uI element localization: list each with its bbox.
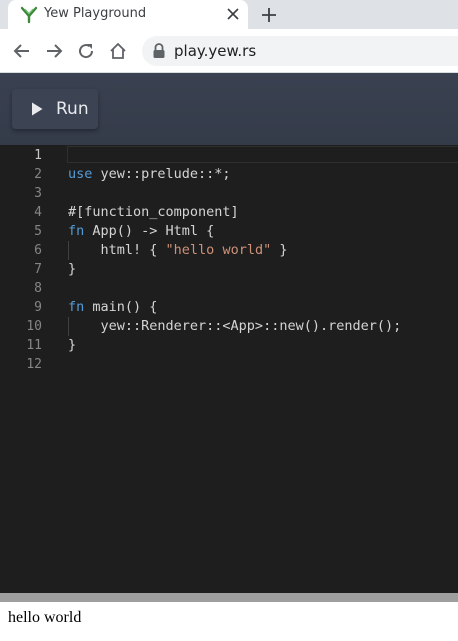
code-line: } (68, 260, 76, 279)
browser-toolbar: play.yew.rs (0, 29, 458, 73)
code-line: } (68, 336, 76, 355)
code-line: fn App() -> Html { (68, 222, 214, 241)
line-number-gutter: 1 2 3 4 5 6 7 8 9 10 11 12 (0, 145, 60, 593)
code-line: yew::Renderer::<App>::new().render(); (68, 317, 402, 336)
code-text: App() -> Html { (84, 223, 215, 239)
code-editor[interactable]: 1 2 3 4 5 6 7 8 9 10 11 12 use yew::prelude::*; #[fu… (0, 145, 458, 593)
code-text: } (68, 337, 77, 353)
code-line: html! { "hello world" } (68, 241, 288, 260)
browser-tab[interactable]: Yew Playground (8, 0, 248, 29)
url-text: play.yew.rs (174, 42, 257, 60)
tab-title: Yew Playground (44, 6, 147, 21)
yew-logo-icon (20, 6, 38, 24)
indent-guide (68, 317, 69, 336)
line-number: 10 (26, 319, 42, 334)
line-number: 3 (34, 186, 42, 201)
line-number: 7 (34, 262, 42, 277)
run-button[interactable]: Run (12, 89, 98, 129)
play-icon (31, 102, 43, 116)
line-number: 5 (34, 224, 42, 239)
browser-tab-strip: Yew Playground (0, 0, 458, 29)
run-label: Run (56, 99, 89, 119)
code-text: #[function_component] (68, 204, 239, 220)
line-number: 9 (34, 300, 42, 315)
lock-icon (152, 43, 166, 59)
current-line-highlight (67, 146, 458, 163)
line-number: 12 (26, 357, 42, 372)
code-keyword: use (68, 166, 93, 182)
code-keyword: fn (68, 223, 85, 239)
code-text: } (68, 261, 77, 277)
line-number: 1 (34, 148, 42, 163)
app-header: Run (0, 73, 458, 145)
code-text: yew::Renderer::<App>::new().render(); (68, 318, 402, 334)
output-panel: hello world (0, 602, 458, 641)
output-text: hello world (8, 609, 82, 626)
horizontal-scrollbar[interactable] (0, 593, 458, 602)
forward-arrow-icon[interactable] (42, 39, 66, 63)
code-line: fn main() { (68, 298, 157, 317)
code-text: main() { (84, 299, 158, 315)
home-icon[interactable] (106, 39, 130, 63)
line-number: 11 (26, 338, 42, 353)
code-text: yew::prelude::*; (92, 166, 231, 182)
back-arrow-icon[interactable] (10, 39, 34, 63)
code-text: html! { (68, 242, 166, 258)
indent-guide (68, 241, 69, 260)
address-bar[interactable]: play.yew.rs (142, 36, 458, 66)
line-number: 2 (34, 167, 42, 182)
code-keyword: fn (68, 299, 85, 315)
code-line: #[function_component] (68, 203, 239, 222)
close-icon[interactable] (224, 5, 242, 23)
line-number: 4 (34, 205, 42, 220)
new-tab-plus-icon[interactable] (258, 4, 280, 26)
code-string: "hello world" (165, 242, 272, 258)
code-line: use yew::prelude::*; (68, 165, 231, 184)
reload-icon[interactable] (74, 39, 98, 63)
line-number: 6 (34, 243, 42, 258)
code-text: } (271, 242, 288, 258)
line-number: 8 (34, 281, 42, 296)
